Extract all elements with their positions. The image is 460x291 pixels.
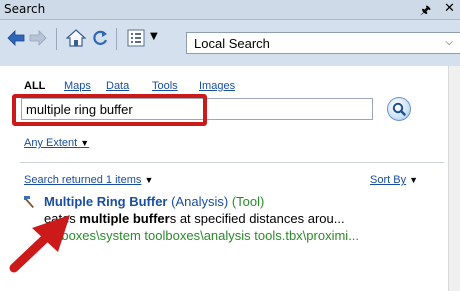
home-icon[interactable] xyxy=(66,28,86,48)
search-toolbar: ▼ Local Search ⌵ xyxy=(0,20,460,66)
result-path: oolboxes\system toolboxes\analysis tools… xyxy=(44,228,360,243)
result-title[interactable]: Multiple Ring Buffer (Analysis) (Tool) xyxy=(44,194,264,209)
toolbar-separator xyxy=(56,28,57,50)
chevron-down-icon: ▼ xyxy=(144,175,154,185)
sort-by-label: Sort By xyxy=(370,174,407,186)
chevron-down-icon: ⌵ xyxy=(445,37,453,48)
back-arrow-icon[interactable] xyxy=(6,28,26,48)
desc-bold: multiple buffer xyxy=(79,211,170,226)
chevron-down-icon: ▼ xyxy=(409,175,419,185)
magnifier-icon xyxy=(392,102,406,116)
close-icon[interactable]: ✕ xyxy=(444,1,455,16)
tool-hammer-icon xyxy=(24,196,34,208)
result-type: (Tool) xyxy=(231,194,265,209)
window-title: Search xyxy=(4,2,46,16)
divider xyxy=(20,162,444,163)
search-scope-value: Local Search xyxy=(194,36,270,51)
extent-dropdown[interactable]: Any Extent ▼ xyxy=(24,137,89,149)
desc-text: eates xyxy=(44,211,80,226)
chevron-down-icon[interactable]: ▼ xyxy=(150,31,158,42)
pin-icon[interactable]: 🖈 xyxy=(420,1,431,22)
result-name[interactable]: Multiple Ring Buffer xyxy=(44,194,168,209)
tab-tools[interactable]: Tools xyxy=(152,80,178,92)
forward-arrow-icon[interactable] xyxy=(28,28,48,48)
desc-text: s at specified distances arou... xyxy=(169,211,345,226)
tab-maps[interactable]: Maps xyxy=(64,80,91,92)
tab-all[interactable]: ALL xyxy=(24,80,45,92)
search-scope-select[interactable]: Local Search ⌵ xyxy=(186,32,460,54)
tab-images[interactable]: Images xyxy=(199,80,235,92)
window-titlebar: Search 🖈 ✕ xyxy=(0,0,460,20)
toolbar-separator xyxy=(116,28,117,50)
options-list-icon[interactable] xyxy=(126,28,146,48)
result-category: (Analysis) xyxy=(171,194,229,209)
tab-data[interactable]: Data xyxy=(106,80,129,92)
scrollbar[interactable] xyxy=(448,66,460,291)
results-summary[interactable]: Search returned 1 items ▼ xyxy=(24,174,153,186)
search-panel: ALL Maps Data Tools Images Any Extent ▼ … xyxy=(0,66,448,291)
highlight-annotation xyxy=(12,94,207,126)
extent-label: Any Extent xyxy=(24,137,78,149)
search-button[interactable] xyxy=(387,97,411,121)
refresh-icon[interactable] xyxy=(90,28,110,48)
sort-by-dropdown[interactable]: Sort By ▼ xyxy=(370,174,418,186)
result-description: eates multiple buffers at specified dist… xyxy=(44,211,444,226)
chevron-down-icon: ▼ xyxy=(80,138,90,148)
results-count-label: Search returned 1 items xyxy=(24,174,142,186)
